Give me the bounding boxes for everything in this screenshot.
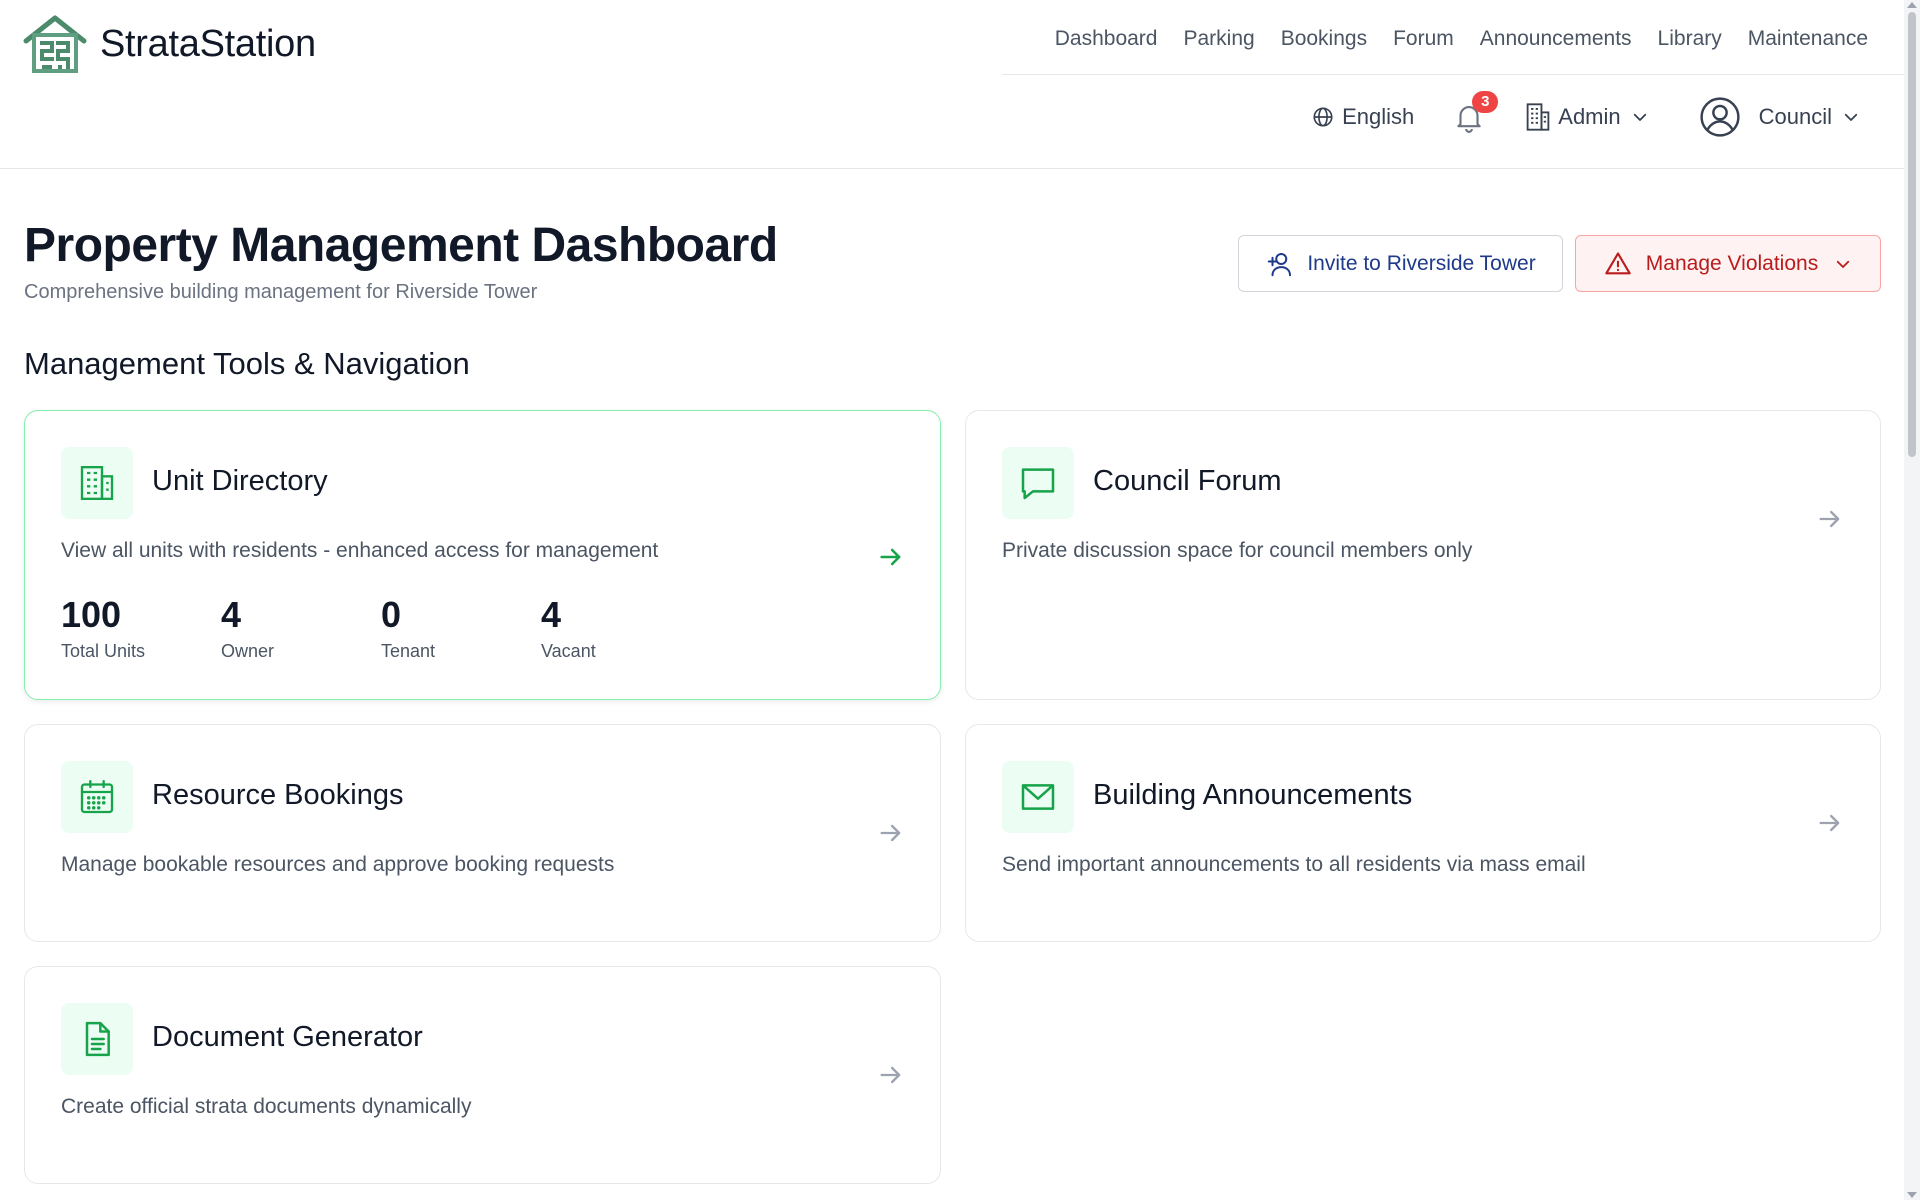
notifications-button[interactable]: 3 <box>1452 91 1499 134</box>
stat-owner: 4 Owner <box>221 593 381 662</box>
user-menu-dropdown[interactable]: Council <box>1699 96 1860 138</box>
document-generator-card[interactable]: Document Generator Create official strat… <box>24 966 941 1184</box>
stat-value: 4 <box>541 594 562 635</box>
building-icon <box>1526 103 1550 131</box>
chevron-down-icon <box>1844 113 1858 121</box>
stat-label: Total Units <box>61 641 146 661</box>
add-user-icon <box>1268 252 1292 276</box>
card-description: View all units with residents - enhanced… <box>61 539 659 562</box>
stat-tenant: 0 Tenant <box>381 593 541 662</box>
invite-button-label: Invite to Riverside Tower <box>1307 251 1536 275</box>
stat-value: 0 <box>381 594 402 635</box>
nav-library[interactable]: Library <box>1658 22 1722 56</box>
card-description: Create official strata documents dynamic… <box>61 1095 472 1118</box>
card-title: Resource Bookings <box>152 779 404 811</box>
card-title: Council Forum <box>1093 465 1282 497</box>
nav-announcements[interactable]: Announcements <box>1480 22 1632 56</box>
manage-violations-label: Manage Violations <box>1645 251 1819 275</box>
card-icon-container <box>1002 761 1074 833</box>
chevron-down-icon <box>1837 260 1850 268</box>
arrow-right-icon <box>880 548 901 566</box>
stat-vacant: 4 Vacant <box>541 593 701 662</box>
globe-icon <box>1313 107 1333 127</box>
nav-dashboard[interactable]: Dashboard <box>1055 22 1158 56</box>
vertical-scrollbar[interactable] <box>1904 0 1920 1200</box>
scroll-thumb[interactable] <box>1908 12 1916 457</box>
scroll-down-arrow-icon[interactable] <box>1907 1192 1917 1198</box>
app-name: StrataStation <box>100 22 316 65</box>
card-icon-container <box>61 447 133 519</box>
card-icon-container <box>1002 447 1074 519</box>
warning-icon <box>1605 251 1631 274</box>
card-icon-container <box>61 1003 133 1075</box>
nav-parking[interactable]: Parking <box>1183 22 1254 56</box>
stat-value: 4 <box>221 594 242 635</box>
section-title: Management Tools & Navigation <box>24 346 470 381</box>
card-title: Document Generator <box>152 1021 423 1053</box>
stat-label: Owner <box>221 641 275 661</box>
card-description: Manage bookable resources and approve bo… <box>61 853 615 876</box>
card-description: Send important announcements to all resi… <box>1002 853 1586 876</box>
header-toolbar: English 3 Admin Council <box>1312 91 1860 138</box>
house-logo-icon <box>23 15 87 73</box>
language-label: English <box>1342 104 1415 129</box>
nav-divider <box>1002 74 1904 75</box>
arrow-right-icon <box>1819 510 1840 528</box>
council-forum-card[interactable]: Council Forum Private discussion space f… <box>965 410 1881 700</box>
page: StrataStation Dashboard Parking Bookings… <box>0 0 1904 1200</box>
logo[interactable]: StrataStation <box>22 15 316 73</box>
user-avatar-icon <box>1700 97 1740 137</box>
card-description: Private discussion space for council mem… <box>1002 539 1473 562</box>
arrow-right-icon <box>1819 814 1840 832</box>
manage-violations-button[interactable]: Manage Violations <box>1575 235 1881 292</box>
page-subtitle: Comprehensive building management for Ri… <box>24 281 538 303</box>
building-icon <box>80 466 114 500</box>
stat-value: 100 <box>61 594 122 635</box>
main-nav: Dashboard Parking Bookings Forum Announc… <box>1055 22 1868 56</box>
unit-stats: 100 Total Units 4 Owner 0 Tenant 4 Vacan… <box>61 593 701 662</box>
chevron-down-icon <box>1633 113 1646 121</box>
resource-bookings-card[interactable]: Resource Bookings Manage bookable resour… <box>24 724 941 942</box>
nav-maintenance[interactable]: Maintenance <box>1748 22 1868 56</box>
building-role-label: Admin <box>1558 104 1621 129</box>
envelope-icon <box>1021 784 1055 810</box>
stat-label: Tenant <box>381 641 436 661</box>
card-icon-container <box>61 761 133 833</box>
unit-directory-card[interactable]: Unit Directory View all units with resid… <box>24 410 941 700</box>
scroll-up-arrow-icon[interactable] <box>1907 2 1917 8</box>
page-title: Property Management Dashboard <box>24 219 778 272</box>
arrow-right-icon <box>880 1066 901 1084</box>
nav-forum[interactable]: Forum <box>1393 22 1454 56</box>
building-announcements-card[interactable]: Building Announcements Send important an… <box>965 724 1881 942</box>
arrow-right-icon <box>880 824 901 842</box>
invite-button[interactable]: Invite to Riverside Tower <box>1238 235 1563 292</box>
stat-label: Vacant <box>541 641 596 661</box>
stat-total-units: 100 Total Units <box>61 593 221 662</box>
card-title: Building Announcements <box>1093 779 1413 811</box>
calendar-icon <box>80 780 114 814</box>
building-role-dropdown[interactable]: Admin <box>1524 102 1648 132</box>
document-icon <box>85 1021 110 1057</box>
notification-count-badge: 3 <box>1472 91 1499 113</box>
chat-bubble-icon <box>1021 468 1055 500</box>
nav-bookings[interactable]: Bookings <box>1281 22 1367 56</box>
card-title: Unit Directory <box>152 465 328 497</box>
user-role-label: Council <box>1758 104 1832 129</box>
language-selector[interactable]: English <box>1312 104 1414 130</box>
app-header: StrataStation Dashboard Parking Bookings… <box>0 0 1904 169</box>
